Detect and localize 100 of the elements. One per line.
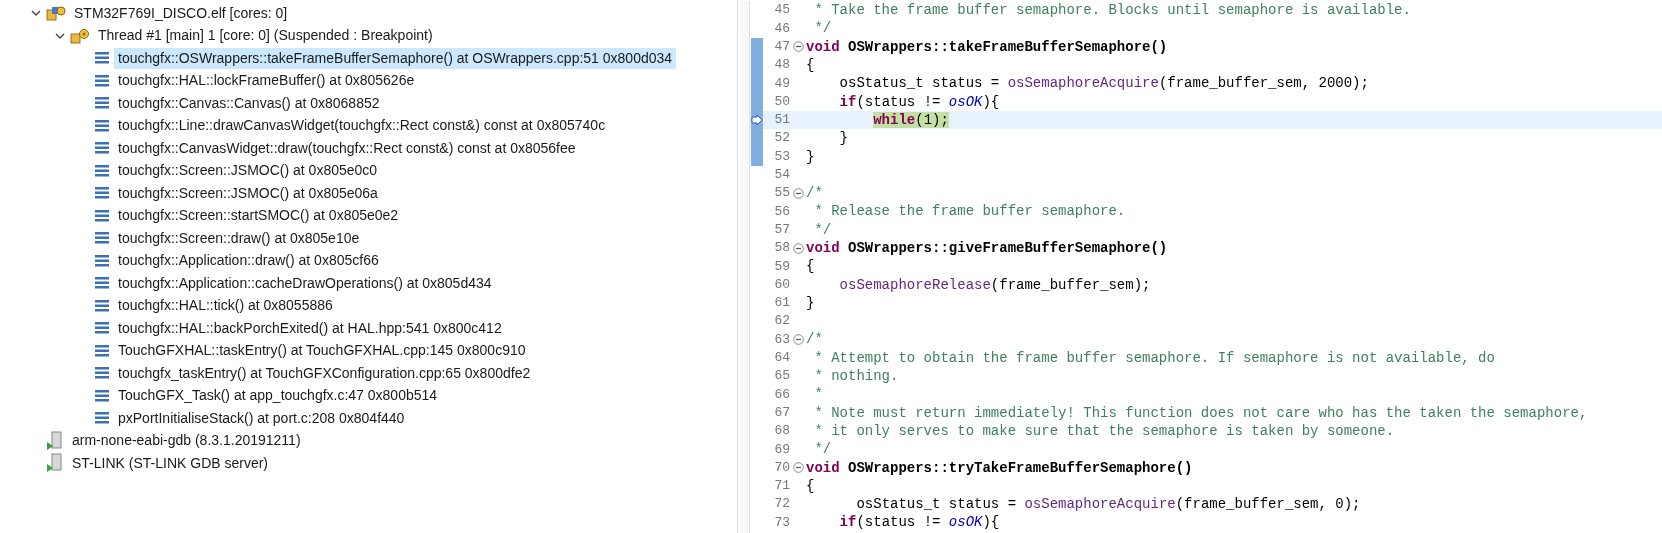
thread-icon <box>70 26 90 45</box>
tree-item[interactable]: touchgfx::Line::drawCanvasWidget(touchgfx::Rect const&) const at 0x805740c <box>114 115 610 137</box>
tree-item[interactable]: arm-none-eabi-gdb (8.3.1.20191211) <box>68 430 305 452</box>
line-number: 47 <box>773 38 790 56</box>
line-number: 48 <box>773 56 790 75</box>
line-number: 51 <box>773 111 790 130</box>
tree-item[interactable]: touchgfx::HAL::lockFrameBuffer() at 0x805626e <box>114 70 419 92</box>
code-line: /* <box>806 184 823 203</box>
tree-item[interactable]: TouchGFXHAL::taskEntry() at TouchGFXHAL.cpp:145 0x800c910 <box>114 340 530 362</box>
tree-item[interactable]: pxPortInitialiseStack() at port.c:208 0x804f440 <box>114 407 409 429</box>
line-number: 63 <box>773 330 790 349</box>
code-line: void OSWrappers::tryTakeFrameBufferSemaphore() <box>806 458 1193 477</box>
code-line: } <box>838 129 848 148</box>
stack-frame-icon <box>94 231 110 246</box>
tree-item[interactable]: touchgfx::CanvasWidget::draw(touchgfx::Rect const&) const at 0x8056fee <box>114 137 580 159</box>
code-line: * it only serves to make sure that the semaphore is taken by someone. <box>813 421 1395 440</box>
line-number: 45 <box>773 1 790 20</box>
tree-item[interactable]: touchgfx::OSWrappers::takeFrameBufferSemaphore() at OSWrappers.cpp:51 0x800d034 <box>114 47 677 69</box>
line-number: 65 <box>773 367 790 386</box>
line-number: 70 <box>773 458 790 477</box>
code-line: if(status != osOK){ <box>838 92 1000 111</box>
tree-item[interactable]: ST-LINK (ST-LINK GDB server) <box>68 452 273 474</box>
tree-item[interactable]: touchgfx::HAL::backPorchExited() at HAL.hpp:541 0x800c412 <box>114 317 506 339</box>
tree-item[interactable]: touchgfx::Canvas::Canvas() at 0x8068852 <box>114 92 384 114</box>
line-number: 46 <box>773 19 790 38</box>
stack-frame-icon <box>94 321 110 336</box>
stack-frame-icon <box>94 163 110 178</box>
code-line: osSemaphoreRelease(frame_buffer_sem); <box>838 275 1151 294</box>
line-number: 49 <box>773 74 790 93</box>
server-process-icon <box>46 453 64 474</box>
stack-frame-icon <box>94 208 110 223</box>
application-icon <box>46 4 66 23</box>
tree-item[interactable]: touchgfx::Application::draw() at 0x805cf66 <box>114 250 383 272</box>
stack-frame-icon <box>94 388 110 403</box>
stack-frame-icon <box>94 343 110 358</box>
code-line: * <box>813 385 823 404</box>
collapse-icon[interactable] <box>792 462 804 474</box>
line-number: 67 <box>773 403 790 422</box>
collapse-icon[interactable] <box>792 334 804 345</box>
code-line: { <box>806 476 815 495</box>
tree-item[interactable]: Thread #1 [main] 1 [core: 0] (Suspended : Breakpoint) <box>94 25 437 47</box>
stack-frame-icon <box>94 298 110 313</box>
line-number: 50 <box>773 92 790 111</box>
tree-item[interactable]: touchgfx::Screen::startSMOC() at 0x805e0e2 <box>114 205 403 227</box>
code-line: */ <box>813 440 832 459</box>
line-number: 66 <box>773 385 790 404</box>
code-line: * Attempt to obtain the frame buffer semaphore. If semaphore is not available, do <box>813 348 1495 367</box>
code-line: { <box>806 56 815 75</box>
collapse-icon[interactable] <box>792 41 804 53</box>
stack-frame-icon <box>94 411 110 426</box>
tree-item[interactable]: TouchGFX_Task() at app_touchgfx.c:47 0x800b514 <box>114 385 442 407</box>
stack-frame-icon <box>94 276 110 291</box>
stack-frame-icon <box>94 366 110 381</box>
line-number: 56 <box>773 202 790 221</box>
collapse-icon[interactable] <box>792 187 804 199</box>
stack-frame-icon <box>94 253 110 268</box>
tree-item[interactable]: touchgfx::Screen::draw() at 0x805e10e <box>114 227 364 249</box>
code-line: /* <box>806 330 823 349</box>
line-number: 71 <box>773 477 790 496</box>
code-line: */ <box>813 220 832 239</box>
line-number: 61 <box>773 294 790 313</box>
tree-item[interactable]: touchgfx::HAL::tick() at 0x8055886 <box>114 295 337 317</box>
line-number: 54 <box>773 166 790 185</box>
collapse-icon[interactable] <box>792 242 804 254</box>
line-number: 55 <box>773 184 790 203</box>
code-line: } <box>806 147 815 166</box>
line-number: 73 <box>773 513 790 532</box>
tree-item[interactable]: touchgfx_taskEntry() at TouchGFXConfiguration.cpp:65 0x800dfe2 <box>114 362 535 384</box>
code-line: */ <box>813 19 832 38</box>
tree-item[interactable]: touchgfx::Application::cacheDrawOperations() at 0x805d434 <box>114 272 496 294</box>
server-process-icon <box>46 430 64 451</box>
stack-frame-icon <box>94 73 110 88</box>
code-line: * Take the frame buffer semaphore. Blocks until semaphore is available. <box>813 1 1411 20</box>
line-number: 72 <box>773 495 790 514</box>
stack-frame-icon <box>94 186 110 201</box>
tree-item[interactable]: touchgfx::Screen::JSMOC() at 0x805e06a <box>114 182 382 204</box>
code-line: osStatus_t status = osSemaphoreAcquire(frame_buffer_sem, 2000); <box>838 74 1369 93</box>
line-number: 59 <box>773 257 790 276</box>
tree-item[interactable]: STM32F769I_DISCO.elf [cores: 0] <box>70 2 292 24</box>
stack-frame-icon <box>94 141 110 156</box>
line-number: 69 <box>773 440 790 459</box>
stack-frame-icon <box>94 96 110 111</box>
stack-frame-icon <box>94 51 110 66</box>
code-line: if(status != osOK){ <box>838 513 1000 532</box>
tree-item[interactable]: touchgfx::Screen::JSMOC() at 0x805e0c0 <box>114 160 382 182</box>
line-number: 58 <box>773 239 790 258</box>
stack-frame-icon <box>94 118 110 133</box>
code-line: * Release the frame buffer semaphore. <box>813 202 1126 221</box>
line-number: 53 <box>773 147 790 166</box>
line-number: 60 <box>773 275 790 294</box>
code-line: void OSWrappers::takeFrameBufferSemaphore() <box>806 37 1168 56</box>
code-line: * Note must return immediately! This function does not care who has the taken the semaphore, <box>813 403 1588 422</box>
code-line: while(1); <box>872 110 949 129</box>
line-number: 68 <box>773 422 790 441</box>
code-line: { <box>806 257 815 276</box>
line-number: 62 <box>773 312 790 331</box>
line-number: 57 <box>773 220 790 239</box>
code-line: } <box>806 293 815 312</box>
line-number: 64 <box>773 349 790 368</box>
line-number: 52 <box>773 129 790 148</box>
